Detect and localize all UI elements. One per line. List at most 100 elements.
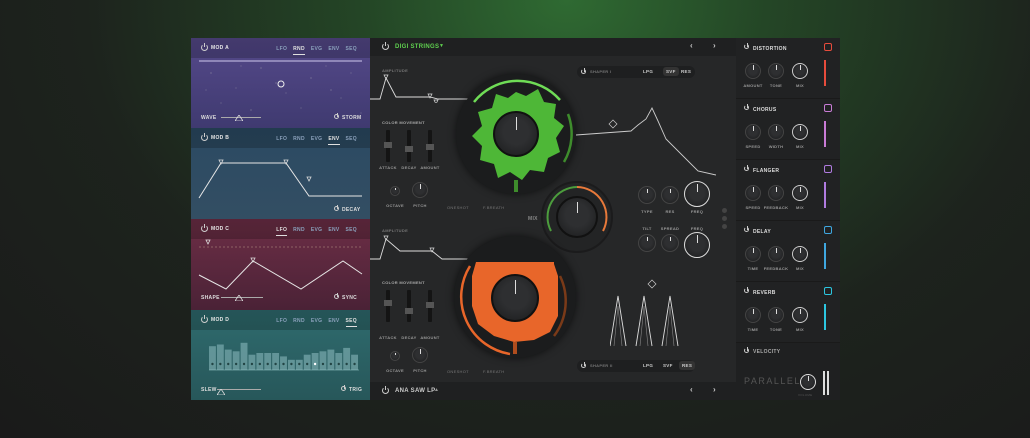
- bottom-preset-name[interactable]: ANA SAW LP: [395, 388, 435, 394]
- env-curve[interactable]: [191, 128, 370, 219]
- seq-step-dot[interactable]: [305, 362, 309, 366]
- slider-handle-icon[interactable]: [217, 389, 225, 395]
- seq-step[interactable]: [240, 342, 248, 370]
- seq-step-dot[interactable]: [329, 362, 333, 366]
- seq-step[interactable]: [319, 351, 327, 370]
- freeze-label[interactable]: F.BREATH: [483, 205, 504, 210]
- fx-knob[interactable]: [745, 246, 761, 262]
- fx-mix-knob[interactable]: [792, 124, 808, 140]
- freq-knob[interactable]: [684, 181, 710, 207]
- power-icon[interactable]: [744, 226, 749, 232]
- tab-env[interactable]: ENV: [328, 46, 339, 55]
- oneshot-label[interactable]: ONESHOT: [447, 369, 469, 374]
- shaper1-res-button[interactable]: RES: [681, 69, 691, 74]
- seq-step[interactable]: [303, 354, 311, 370]
- tab-evg[interactable]: EVG: [311, 46, 322, 55]
- seq-step[interactable]: [232, 351, 240, 370]
- fx-knob[interactable]: [768, 246, 784, 262]
- decay-slider[interactable]: [405, 290, 413, 322]
- seq-step[interactable]: [224, 349, 232, 370]
- comb-filter-graph[interactable]: [610, 276, 700, 356]
- sync-toggle-icon[interactable]: [334, 293, 339, 299]
- filter-response-graph[interactable]: [576, 93, 716, 178]
- octave-knob[interactable]: [390, 186, 400, 196]
- trig-toggle-icon[interactable]: [341, 385, 346, 391]
- seq-step[interactable]: [264, 353, 272, 370]
- seq-step[interactable]: [256, 353, 264, 370]
- tilt-knob[interactable]: [638, 234, 656, 252]
- fx-knob[interactable]: [745, 307, 761, 323]
- tab-seq[interactable]: SEQ: [346, 46, 357, 55]
- seq-step[interactable]: [351, 354, 358, 370]
- seq-step[interactable]: [343, 347, 351, 370]
- route-dot[interactable]: [722, 208, 727, 213]
- top-preset-name[interactable]: DIGI STRINGS: [395, 44, 439, 50]
- attack-slider[interactable]: [384, 130, 392, 162]
- spread-knob[interactable]: [661, 234, 679, 252]
- shaper1-lpg-button[interactable]: LPG: [643, 69, 653, 74]
- freq2-knob[interactable]: [684, 232, 710, 258]
- seq-step-dot[interactable]: [227, 362, 230, 366]
- seq-step-dot[interactable]: [250, 362, 254, 366]
- power-icon[interactable]: [581, 68, 586, 74]
- amount-slider[interactable]: [426, 290, 434, 322]
- fx-knob[interactable]: [745, 63, 761, 79]
- res-knob[interactable]: [661, 186, 679, 204]
- seq-step-dot[interactable]: [274, 362, 277, 366]
- amount-slider[interactable]: [426, 130, 434, 162]
- seq-step-dot[interactable]: [337, 362, 340, 366]
- power-icon[interactable]: [744, 104, 749, 110]
- seq-step[interactable]: [327, 349, 335, 370]
- shaper2-res-button[interactable]: RES: [679, 361, 696, 370]
- oneshot-label[interactable]: ONESHOT: [447, 205, 469, 210]
- seq-step-dot[interactable]: [298, 362, 301, 366]
- shaper2-svf-button[interactable]: SVF: [663, 363, 673, 368]
- seq-step[interactable]: [335, 353, 343, 370]
- attack-slider[interactable]: [384, 290, 392, 322]
- seq-step[interactable]: [248, 354, 256, 370]
- next-preset-button[interactable]: ›: [713, 41, 716, 50]
- fx-mix-knob[interactable]: [792, 307, 808, 323]
- power-icon[interactable]: [382, 42, 389, 50]
- decay-toggle-icon[interactable]: [334, 205, 339, 211]
- decay-slider[interactable]: [405, 130, 413, 162]
- route-dot[interactable]: [722, 224, 727, 229]
- seq-step[interactable]: [272, 353, 280, 370]
- fx-knob[interactable]: [745, 185, 761, 201]
- volume-knob[interactable]: [800, 374, 816, 390]
- seq-step-dot[interactable]: [234, 362, 238, 366]
- slider-handle-icon[interactable]: [235, 295, 243, 301]
- seq-step-dot[interactable]: [282, 362, 285, 366]
- power-icon[interactable]: [744, 347, 749, 353]
- layer2-macro-knob[interactable]: [491, 274, 539, 322]
- power-icon[interactable]: [744, 287, 749, 293]
- octave-knob[interactable]: [390, 351, 400, 361]
- layer1-macro-knob[interactable]: [493, 111, 539, 157]
- seq-step-dot[interactable]: [321, 362, 325, 366]
- type-knob[interactable]: [638, 186, 656, 204]
- seq-step-dot[interactable]: [211, 362, 214, 366]
- shaper1-svf-button[interactable]: SVF: [663, 67, 679, 76]
- fx-mix-knob[interactable]: [792, 63, 808, 79]
- preset-dropdown-icon[interactable]: ▼: [439, 43, 444, 49]
- seq-step-dot[interactable]: [242, 362, 246, 366]
- fx-knob[interactable]: [768, 307, 784, 323]
- power-icon[interactable]: [581, 362, 586, 368]
- pitch-knob[interactable]: [412, 182, 428, 198]
- next-preset-button[interactable]: ›: [713, 385, 716, 394]
- seq-step[interactable]: [216, 344, 224, 371]
- prev-preset-button[interactable]: ‹: [690, 385, 693, 394]
- route-dot[interactable]: [722, 216, 727, 221]
- seq-step-dot[interactable]: [219, 362, 222, 366]
- seq-step-dot[interactable]: [258, 362, 262, 366]
- fx-knob[interactable]: [745, 124, 761, 140]
- shaper2-lpg-button[interactable]: LPG: [643, 363, 653, 368]
- power-icon[interactable]: [201, 43, 208, 51]
- seq-step-dot[interactable]: [290, 362, 293, 366]
- power-icon[interactable]: [744, 165, 749, 171]
- power-icon[interactable]: [382, 386, 389, 394]
- seq-step-dot[interactable]: [353, 362, 356, 366]
- preset-dropdown-icon[interactable]: ▲: [434, 387, 439, 393]
- pitch-knob[interactable]: [412, 347, 428, 363]
- fx-knob[interactable]: [768, 185, 784, 201]
